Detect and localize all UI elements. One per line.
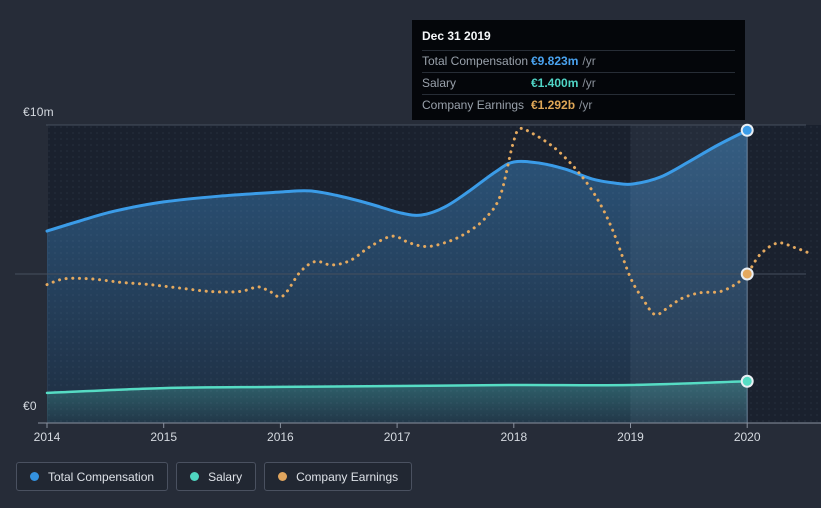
x-axis-label-2014: 2014 [17,430,77,444]
legend-item-company-earnings[interactable]: Company Earnings [264,462,412,491]
tooltip-row-label: Total Compensation [422,54,531,69]
legend-dot-icon [30,472,39,481]
y-axis-label-0: €0 [23,399,37,413]
marker-company-earnings[interactable] [742,268,753,279]
tooltip-row-label: Company Earnings [422,98,531,113]
tooltip-row-unit: /yr [582,76,595,91]
tooltip-row-total-compensation: Total Compensation€9.823m/yr [422,50,735,72]
legend-label: Company Earnings [296,470,398,484]
chart-legend: Total Compensation Salary Company Earnings [16,462,420,491]
y-axis-label-10m: €10m [23,105,54,119]
x-axis-label-2016: 2016 [250,430,310,444]
marker-salary[interactable] [742,376,753,387]
chart-tooltip: Dec 31 2019 Total Compensation€9.823m/yr… [412,20,745,120]
tooltip-row-unit: /yr [582,54,595,69]
legend-item-salary[interactable]: Salary [176,462,256,491]
legend-dot-icon [278,472,287,481]
tooltip-row-company-earnings: Company Earnings€1.292b/yr [422,94,735,116]
tooltip-date: Dec 31 2019 [422,25,735,50]
tooltip-row-unit: /yr [579,98,592,113]
x-axis-label-2017: 2017 [367,430,427,444]
x-axis-label-2015: 2015 [134,430,194,444]
legend-label: Salary [208,470,242,484]
x-axis-label-2020: 2020 [717,430,777,444]
legend-dot-icon [190,472,199,481]
tooltip-row-label: Salary [422,76,531,91]
tooltip-row-salary: Salary€1.400m/yr [422,72,735,94]
x-axis-label-2019: 2019 [601,430,661,444]
tooltip-row-value: €1.292b [531,98,575,113]
legend-item-total-compensation[interactable]: Total Compensation [16,462,168,491]
marker-total-compensation[interactable] [742,125,753,136]
legend-label: Total Compensation [48,470,154,484]
chart-panel: €10m €0 2014 2015 2016 2017 2018 2019 2020 Dec… [0,0,821,508]
tooltip-row-value: €9.823m [531,54,578,69]
tooltip-rows: Total Compensation€9.823m/yrSalary€1.400… [422,50,735,116]
tooltip-row-value: €1.400m [531,76,578,91]
x-axis-label-2018: 2018 [484,430,544,444]
